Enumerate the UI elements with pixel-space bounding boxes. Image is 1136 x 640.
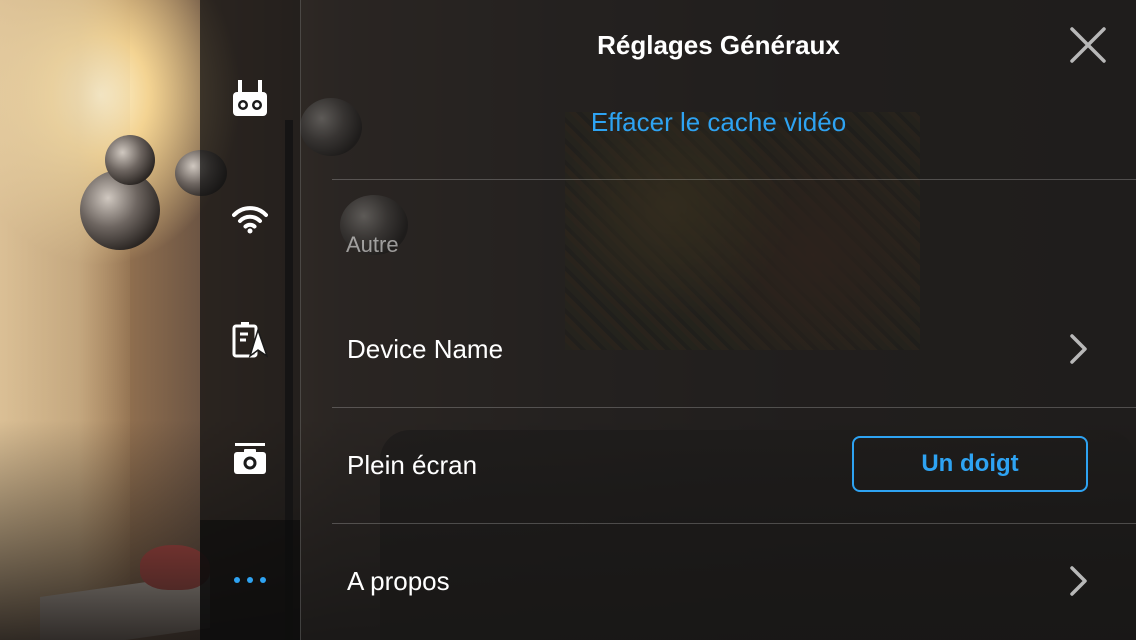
sidebar-item-camera[interactable] <box>200 400 300 520</box>
wifi-icon <box>232 205 268 235</box>
chevron-right-icon <box>1067 332 1091 366</box>
fullscreen-row: Plein écran Un doigt <box>332 408 1136 523</box>
settings-panel: Réglages Généraux Effacer le cache vidéo… <box>301 0 1136 640</box>
page-title: Réglages Généraux <box>597 30 840 60</box>
clear-video-cache-link[interactable]: Effacer le cache vidéo <box>301 104 1136 140</box>
device-name-row[interactable]: Device Name <box>332 292 1136 407</box>
section-header: Autre <box>346 232 399 257</box>
camera-icon <box>233 443 267 477</box>
sidebar-item-aircraft-battery[interactable] <box>200 280 300 400</box>
close-button[interactable] <box>1068 25 1108 65</box>
row-label: Plein écran <box>347 450 478 480</box>
row-label: A propos <box>347 566 450 596</box>
battery-aircraft-icon <box>232 322 268 358</box>
sidebar-item-remote-controller[interactable] <box>200 40 300 160</box>
chevron-right-icon <box>1067 564 1091 598</box>
settings-sidebar <box>200 0 301 640</box>
lamp-head <box>105 135 155 185</box>
app-screen: Réglages Généraux Effacer le cache vidéo… <box>0 0 1136 640</box>
remote-controller-icon <box>231 80 269 120</box>
row-label: Device Name <box>347 334 504 364</box>
more-icon <box>233 576 267 584</box>
sidebar-item-wifi[interactable] <box>200 160 300 280</box>
about-row[interactable]: A propos <box>332 524 1136 639</box>
sidebar-item-more[interactable] <box>200 520 300 640</box>
fullscreen-mode-button[interactable]: Un doigt <box>852 436 1088 492</box>
divider <box>332 179 1136 180</box>
close-icon <box>1068 27 1108 69</box>
